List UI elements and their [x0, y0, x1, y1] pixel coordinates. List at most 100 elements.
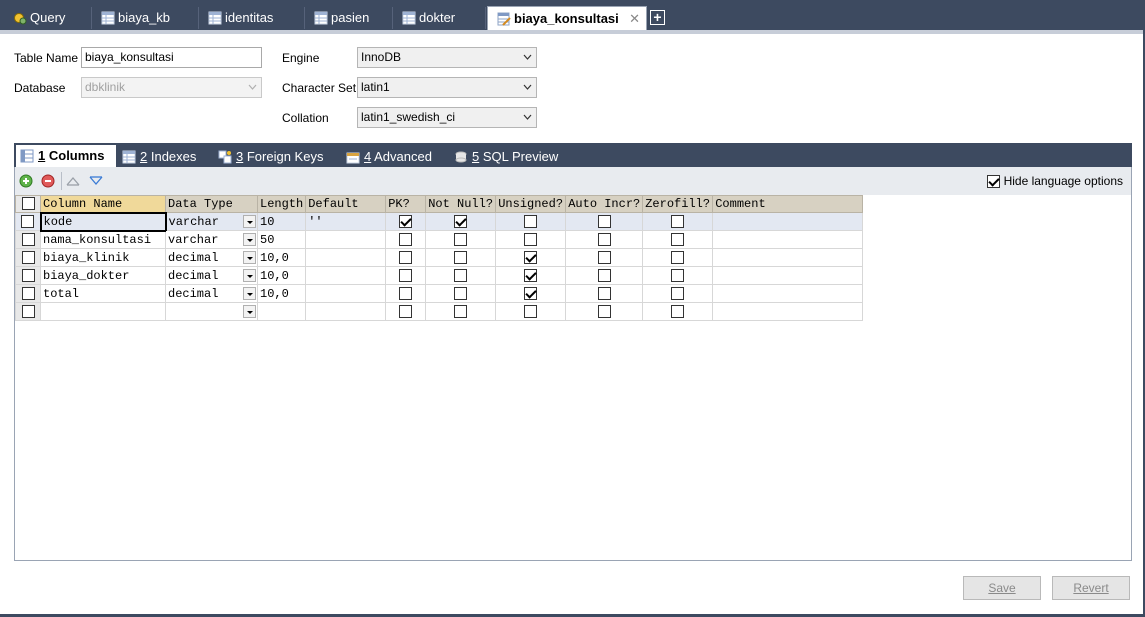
zerofill-checkbox[interactable] [671, 304, 685, 318]
default-cell[interactable] [305, 230, 387, 249]
zerofill-cell[interactable] [642, 284, 714, 303]
pk-cell[interactable] [385, 302, 427, 321]
autoincr-checkbox[interactable] [597, 286, 611, 300]
column-name-cell[interactable]: kode [39, 211, 167, 232]
zerofill-checkbox[interactable] [671, 214, 685, 228]
pk-cell[interactable] [385, 212, 427, 231]
data-type-cell[interactable]: varchar [165, 230, 258, 249]
notnull-checkbox[interactable] [454, 214, 468, 228]
move-up-icon[interactable] [66, 174, 80, 188]
row-select-checkbox[interactable] [21, 304, 35, 318]
new-tab-button[interactable]: + [650, 10, 665, 25]
header-default[interactable]: Default [305, 195, 387, 213]
header-data-type[interactable]: Data Type [165, 195, 258, 213]
table-row[interactable]: biaya_klinik decimal 10,0 [15, 248, 864, 267]
hide-language-checkbox[interactable] [987, 175, 1001, 189]
row-select-cell[interactable] [15, 230, 41, 249]
data-type-dropdown-icon[interactable] [243, 269, 256, 282]
unsigned-cell[interactable] [495, 248, 567, 267]
pk-cell[interactable] [385, 284, 427, 303]
zerofill-checkbox[interactable] [671, 268, 685, 282]
row-select-cell[interactable] [15, 284, 41, 303]
remove-column-icon[interactable] [41, 174, 55, 188]
autoincr-checkbox[interactable] [597, 268, 611, 282]
zerofill-cell[interactable] [642, 230, 714, 249]
table-row[interactable]: kode varchar 10 '' [15, 211, 864, 232]
row-select-cell[interactable] [15, 266, 41, 285]
table-row[interactable]: nama_konsultasi varchar 50 [15, 230, 864, 249]
notnull-cell[interactable] [425, 248, 497, 267]
header-not-null[interactable]: Not Null? [425, 195, 497, 213]
data-type-cell[interactable]: decimal [165, 248, 258, 267]
tab-dokter[interactable]: dokter [393, 7, 486, 29]
pk-checkbox[interactable] [399, 286, 413, 300]
default-cell[interactable]: '' [305, 212, 387, 231]
column-name-cell[interactable] [40, 302, 166, 321]
save-button[interactable]: Save [963, 576, 1041, 600]
default-cell[interactable] [305, 266, 387, 285]
notnull-checkbox[interactable] [454, 268, 468, 282]
pk-cell[interactable] [385, 248, 427, 267]
select-all-checkbox[interactable] [21, 197, 35, 211]
notnull-cell[interactable] [425, 212, 497, 231]
notnull-checkbox[interactable] [454, 286, 468, 300]
column-name-cell[interactable]: biaya_dokter [40, 266, 166, 285]
pk-checkbox[interactable] [399, 304, 413, 318]
comment-cell[interactable] [712, 302, 864, 321]
pk-checkbox[interactable] [399, 214, 413, 228]
length-cell[interactable]: 10,0 [256, 284, 307, 303]
comment-cell[interactable] [712, 230, 864, 249]
header-length[interactable]: Length [256, 195, 307, 213]
header-column-name[interactable]: Column Name [40, 195, 166, 213]
autoincr-checkbox[interactable] [597, 232, 611, 246]
notnull-cell[interactable] [425, 302, 497, 321]
unsigned-cell[interactable] [495, 302, 567, 321]
header-comment[interactable]: Comment [712, 195, 864, 213]
length-cell[interactable] [256, 302, 307, 321]
unsigned-checkbox[interactable] [524, 214, 538, 228]
collation-select[interactable]: latin1_swedish_ci [357, 107, 537, 128]
default-cell[interactable] [305, 302, 387, 321]
unsigned-checkbox[interactable] [524, 268, 538, 282]
data-type-dropdown-icon[interactable] [243, 215, 256, 228]
pk-checkbox[interactable] [399, 232, 413, 246]
table-name-input[interactable]: biaya_konsultasi [81, 47, 262, 68]
tab-biaya-kb[interactable]: biaya_kb [92, 7, 199, 29]
unsigned-cell[interactable] [495, 212, 567, 231]
row-select-cell[interactable] [15, 212, 41, 231]
revert-button[interactable]: Revert [1052, 576, 1130, 600]
move-down-icon[interactable] [89, 174, 103, 188]
tab-biaya-konsultasi[interactable]: biaya_konsultasi ✕ [487, 6, 647, 30]
autoincr-cell[interactable] [565, 302, 644, 321]
data-type-dropdown-icon[interactable] [243, 287, 256, 300]
row-select-cell[interactable] [15, 302, 41, 321]
column-name-cell[interactable]: biaya_klinik [40, 248, 166, 267]
autoincr-cell[interactable] [565, 284, 644, 303]
length-cell[interactable]: 10 [256, 212, 307, 231]
engine-select[interactable]: InnoDB [357, 47, 537, 68]
data-type-cell[interactable] [165, 302, 258, 321]
autoincr-checkbox[interactable] [597, 214, 611, 228]
length-cell[interactable]: 50 [256, 230, 307, 249]
autoincr-checkbox[interactable] [597, 304, 611, 318]
length-cell[interactable]: 10,0 [256, 248, 307, 267]
notnull-checkbox[interactable] [454, 232, 468, 246]
autoincr-checkbox[interactable] [597, 250, 611, 264]
hide-language-options-toggle[interactable]: Hide language options [987, 174, 1123, 189]
unsigned-checkbox[interactable] [524, 286, 538, 300]
data-type-dropdown-icon[interactable] [243, 233, 256, 246]
tab-sql-preview[interactable]: 5 SQL Preview [450, 147, 572, 167]
header-pk[interactable]: PK? [385, 195, 427, 213]
data-type-cell[interactable]: varchar [165, 212, 258, 231]
zerofill-checkbox[interactable] [671, 286, 685, 300]
unsigned-checkbox[interactable] [524, 304, 538, 318]
zerofill-checkbox[interactable] [671, 250, 685, 264]
row-select-checkbox[interactable] [21, 232, 35, 246]
comment-cell[interactable] [712, 266, 864, 285]
row-select-checkbox[interactable] [21, 286, 35, 300]
select-all-cell[interactable] [15, 195, 41, 213]
tab-indexes[interactable]: 2 Indexes [118, 147, 212, 167]
tab-identitas[interactable]: identitas [199, 7, 305, 29]
data-type-dropdown-icon[interactable] [243, 251, 256, 264]
comment-cell[interactable] [712, 212, 864, 231]
